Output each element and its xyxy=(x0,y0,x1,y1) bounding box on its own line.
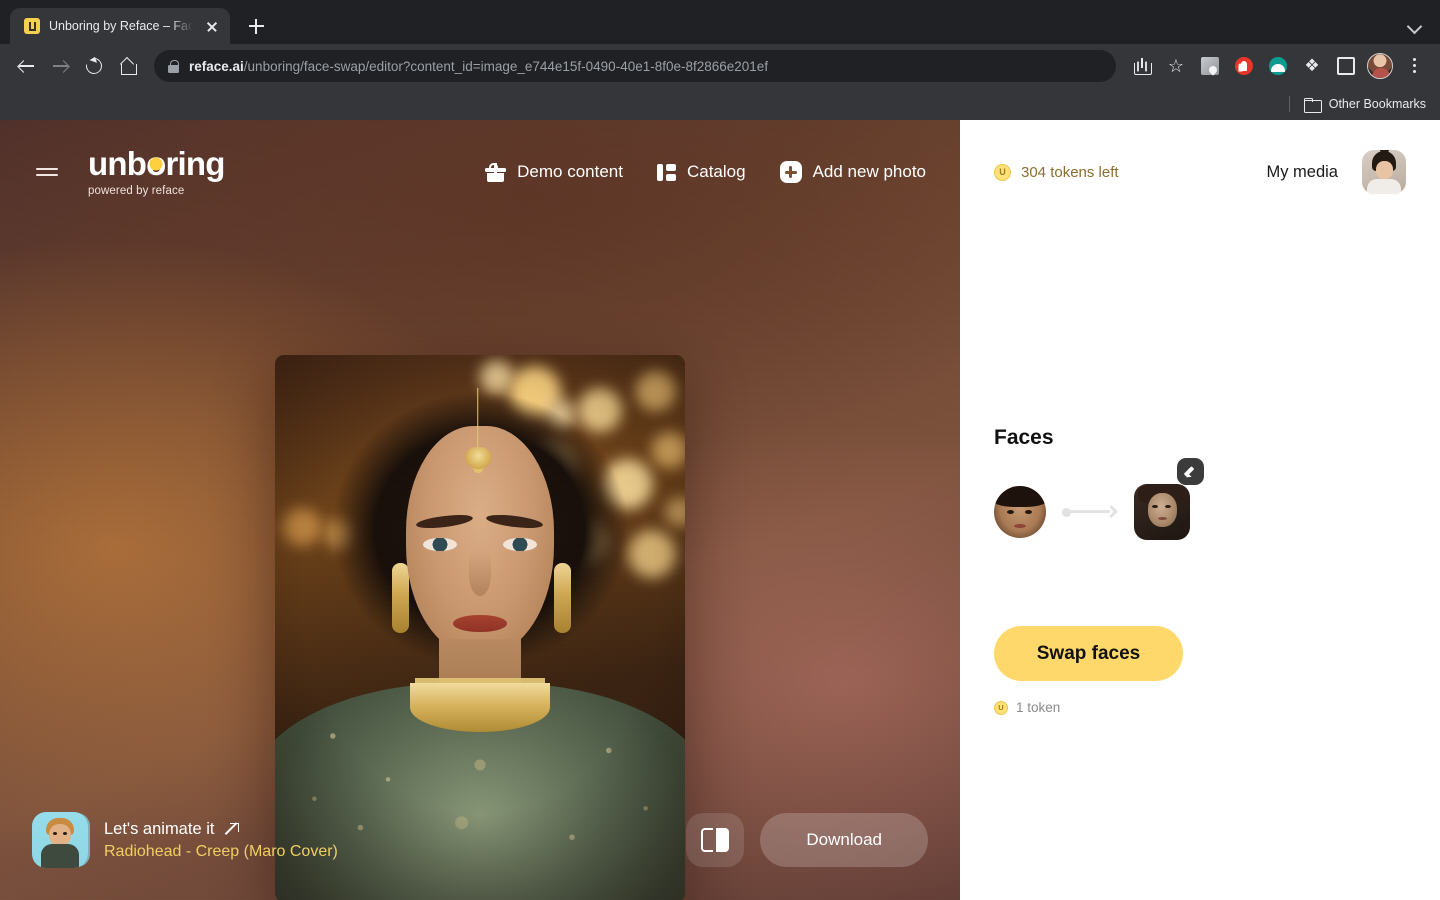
bookmarks-bar: Other Bookmarks xyxy=(0,88,1440,120)
star-icon: ☆ xyxy=(1167,56,1185,76)
side-panel-button[interactable] xyxy=(1330,50,1362,82)
nav-demo-content-label: Demo content xyxy=(517,162,623,181)
home-button[interactable] xyxy=(112,50,144,82)
edit-face-button[interactable] xyxy=(1177,458,1204,485)
profile-button[interactable] xyxy=(1364,50,1396,82)
panel-header-right: My media xyxy=(1266,150,1406,194)
browser-toolbar: reface.ai/unboring/face-swap/editor?cont… xyxy=(0,44,1440,88)
nav-catalog[interactable]: Catalog xyxy=(656,162,746,182)
address-bar[interactable]: reface.ai/unboring/face-swap/editor?cont… xyxy=(154,50,1116,82)
logo-wordmark: unb o ring xyxy=(88,147,225,180)
app-nav: Demo content Catalog Add new photo xyxy=(485,161,926,183)
bottom-actions: Download xyxy=(686,813,928,867)
back-button[interactable] xyxy=(10,50,42,82)
target-face-thumbnail[interactable] xyxy=(1134,484,1190,540)
avatar xyxy=(1367,53,1393,79)
faces-mapping-row xyxy=(994,458,1406,540)
arrow-right-icon xyxy=(52,58,69,75)
token-icon: U xyxy=(994,163,1011,181)
browser-tab[interactable]: Unboring by Reface – Face Swa xyxy=(10,8,230,44)
url-domain: reface.ai xyxy=(189,58,244,74)
tab-title: Unboring by Reface – Face Swa xyxy=(49,19,193,33)
bookmark-button[interactable]: ☆ xyxy=(1160,50,1192,82)
nav-add-new-photo[interactable]: Add new photo xyxy=(779,161,926,183)
new-tab-button[interactable] xyxy=(242,12,270,40)
arrow-left-icon xyxy=(18,58,35,75)
nav-catalog-label: Catalog xyxy=(686,162,746,181)
puzzle-icon: ❖ xyxy=(1304,56,1320,75)
panel-header: U 304 tokens left My media xyxy=(994,120,1406,224)
arrow-up-right-icon xyxy=(226,822,240,836)
reload-button[interactable] xyxy=(78,50,110,82)
logo-o-with-dot: o xyxy=(146,145,166,182)
user-avatar[interactable] xyxy=(1362,150,1406,194)
editor-canvas: unb o ring powered by reface Demo content … xyxy=(0,120,960,900)
extension-screenshot-button[interactable] xyxy=(1194,50,1226,82)
extensions-button[interactable]: ❖ xyxy=(1296,50,1328,82)
share-icon xyxy=(1134,57,1152,75)
other-bookmarks-button[interactable]: Other Bookmarks xyxy=(1303,97,1426,113)
url-text: reface.ai/unboring/face-swap/editor?cont… xyxy=(189,59,768,74)
compare-button[interactable] xyxy=(686,813,745,867)
home-icon xyxy=(120,59,137,75)
logo-part-1: unb xyxy=(88,145,147,182)
other-bookmarks-label: Other Bookmarks xyxy=(1328,97,1426,111)
extension-adblock-button[interactable] xyxy=(1228,50,1260,82)
kebab-menu-icon xyxy=(1412,57,1416,75)
forward-button[interactable] xyxy=(44,50,76,82)
reload-icon xyxy=(82,54,106,78)
faces-heading: Faces xyxy=(994,426,1054,449)
swap-cost-label: 1 token xyxy=(1016,700,1061,715)
pencil-icon xyxy=(1184,465,1198,479)
adblock-icon xyxy=(1235,57,1253,75)
plus-icon xyxy=(779,161,802,183)
nav-demo-content[interactable]: Demo content xyxy=(485,162,623,182)
grid-icon xyxy=(656,163,676,182)
swap-faces-button[interactable]: Swap faces xyxy=(994,626,1183,681)
divider xyxy=(1288,96,1290,112)
panel-icon xyxy=(1337,57,1355,75)
logo-tagline: powered by reface xyxy=(88,185,185,197)
swap-direction-arrow-icon xyxy=(1062,505,1118,519)
tab-strip: Unboring by Reface – Face Swa xyxy=(0,0,1440,44)
editor-bottom-bar: Let's animate it Radiohead - Creep (Maro… xyxy=(0,780,960,900)
nav-add-new-photo-label: Add new photo xyxy=(812,162,926,181)
unboring-favicon xyxy=(24,18,40,34)
download-button[interactable]: Download xyxy=(760,813,928,867)
animate-title-row: Let's animate it xyxy=(104,820,338,839)
gift-icon xyxy=(485,162,507,182)
folder-icon xyxy=(1303,97,1322,113)
image-extension-icon xyxy=(1201,57,1219,75)
browser-window: Unboring by Reface – Face Swa reface.ai/… xyxy=(0,0,1440,900)
animate-thumbnail xyxy=(32,812,88,868)
extension-cloud-button[interactable] xyxy=(1262,50,1294,82)
compare-before-after-icon xyxy=(701,828,730,852)
hamburger-menu-icon[interactable] xyxy=(34,163,60,181)
tokens-left-label: 304 tokens left xyxy=(1021,163,1119,181)
page-content: unb o ring powered by reface Demo content … xyxy=(0,120,1440,900)
source-face-thumbnail[interactable] xyxy=(994,486,1046,538)
tokens-indicator[interactable]: U 304 tokens left xyxy=(994,163,1119,181)
lock-icon xyxy=(168,59,179,73)
app-header: unb o ring powered by reface Demo content … xyxy=(0,120,960,224)
animate-promo[interactable]: Let's animate it Radiohead - Creep (Maro… xyxy=(32,812,338,868)
cloud-icon xyxy=(1269,57,1287,75)
animate-subtitle: Radiohead - Creep (Maro Cover) xyxy=(104,842,338,860)
close-icon[interactable] xyxy=(202,16,222,36)
swap-cost: U 1 token xyxy=(994,700,1406,715)
my-media-link[interactable]: My media xyxy=(1266,163,1338,182)
token-icon-small: U xyxy=(994,700,1008,715)
url-path: /unboring/face-swap/editor?content_id=im… xyxy=(243,58,769,74)
chrome-menu-button[interactable] xyxy=(1398,50,1430,82)
chevron-down-icon[interactable] xyxy=(1404,14,1426,36)
app-logo[interactable]: unb o ring powered by reface xyxy=(88,147,225,197)
share-button[interactable] xyxy=(1126,50,1158,82)
side-panel: U 304 tokens left My media Faces Swap fa… xyxy=(960,120,1440,900)
logo-part-2: ring xyxy=(165,145,225,182)
animate-title: Let's animate it xyxy=(104,819,215,838)
